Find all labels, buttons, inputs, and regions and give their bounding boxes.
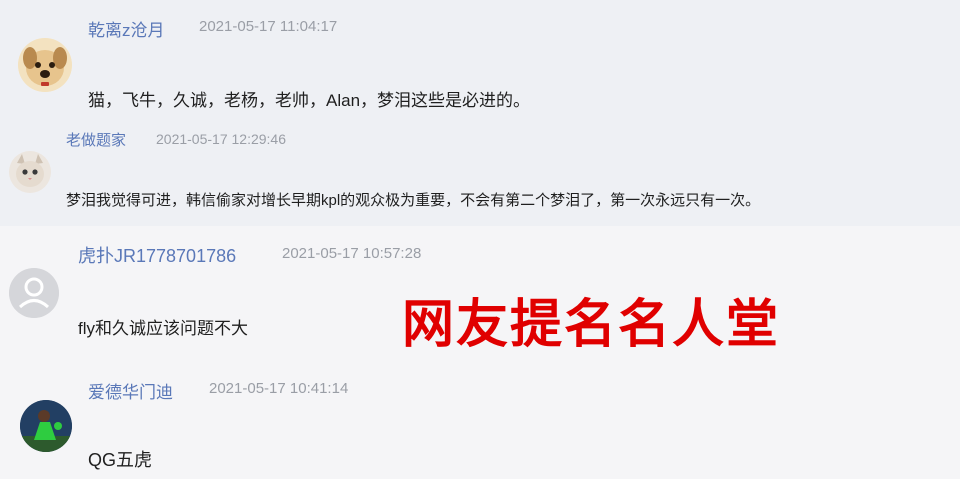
comment-content: 梦泪我觉得可进，韩信偷家对增长早期kpl的观众极为重要，不会有第二个梦泪了，第一… bbox=[66, 192, 761, 209]
comment-username[interactable]: 爱德华门迪 bbox=[88, 378, 173, 403]
comment-timestamp: 2021-05-17 10:41:14 bbox=[209, 380, 349, 397]
comment-timestamp: 2021-05-17 12:29:46 bbox=[156, 131, 286, 147]
comment-content: 猫，飞牛，久诚，老杨，老帅，Alan，梦泪这些是必进的。 bbox=[88, 91, 531, 110]
comment-content: fly和久诚应该问题不大 bbox=[78, 319, 248, 338]
comment-username[interactable]: 乾离z沧月 bbox=[88, 16, 165, 41]
goalkeeper-avatar-icon[interactable] bbox=[20, 400, 72, 452]
cat-avatar-icon[interactable] bbox=[9, 151, 51, 193]
overlay-title: 网友提名名人堂 bbox=[402, 295, 781, 355]
comment-username[interactable]: 虎扑JR1778701786 bbox=[78, 242, 236, 268]
dog-avatar-icon[interactable] bbox=[18, 38, 72, 92]
comment-timestamp: 2021-05-17 11:04:17 bbox=[199, 18, 338, 35]
comment-username[interactable]: 老做题家 bbox=[66, 129, 126, 150]
default-user-avatar-icon[interactable] bbox=[9, 268, 59, 318]
comment-content: QG五虎 bbox=[88, 450, 153, 470]
comment-timestamp: 2021-05-17 10:57:28 bbox=[282, 245, 422, 262]
